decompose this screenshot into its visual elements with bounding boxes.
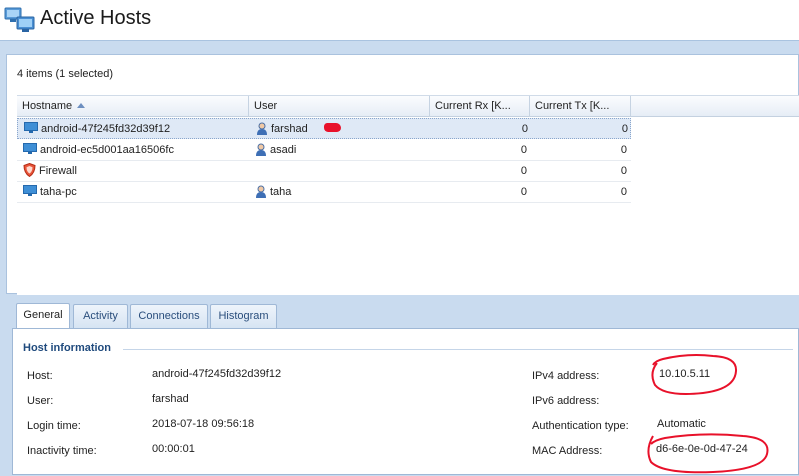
inactivity-time-value: 00:00:01 — [152, 443, 195, 455]
column-header-current-rx[interactable]: Current Rx [K... — [430, 96, 530, 117]
user-value: farshad — [152, 393, 189, 405]
hosts-grid: Hostname User Current Rx [K... Current T… — [17, 95, 799, 295]
user-icon — [257, 122, 267, 135]
mac-address-label: MAC Address: — [532, 445, 603, 457]
monitor-icon — [24, 122, 38, 134]
column-header-current-tx[interactable]: Current Tx [K... — [530, 96, 631, 117]
page-header: Active Hosts — [0, 0, 799, 41]
login-time-value: 2018-07-18 09:56:18 — [152, 418, 255, 430]
user-cell: asadi — [270, 144, 297, 156]
inactivity-time-label: Inactivity time: — [27, 445, 97, 457]
ipv6-address-label: IPv6 address: — [532, 395, 600, 407]
section-divider — [123, 349, 793, 350]
table-row[interactable]: android-47f245fd32d39f12 farshad 0 0 — [17, 118, 631, 139]
host-label: Host: — [27, 370, 53, 382]
hostname-cell: android-ec5d001aa16506fc — [40, 144, 174, 156]
firewall-shield-icon — [23, 163, 36, 178]
user-cell: farshad — [271, 123, 308, 135]
rx-cell: 0 — [520, 165, 527, 177]
tx-cell: 0 — [620, 186, 627, 198]
mac-address-value: d6-6e-0e-0d-47-24 — [656, 443, 748, 455]
sort-ascending-icon — [77, 102, 86, 108]
rx-cell: 0 — [521, 123, 528, 135]
user-icon — [256, 143, 266, 156]
tab-activity[interactable]: Activity — [73, 304, 128, 328]
hostname-cell: taha-pc — [40, 186, 77, 198]
user-icon — [256, 185, 266, 198]
grid-header: Hostname User Current Rx [K... Current T… — [17, 95, 799, 117]
red-highlight-mark — [324, 123, 341, 132]
column-header-user[interactable]: User — [249, 96, 430, 117]
rx-cell: 0 — [520, 144, 527, 156]
login-time-label: Login time: — [27, 420, 81, 432]
hostname-cell: android-47f245fd32d39f12 — [41, 123, 171, 135]
ipv4-address-label: IPv4 address: — [532, 370, 600, 382]
rx-cell: 0 — [520, 186, 527, 198]
monitor-network-icon — [4, 7, 35, 32]
host-list-panel: 4 items (1 selected) Hostname User Curre… — [6, 54, 799, 295]
section-title: Host information — [23, 342, 111, 354]
page-title: Active Hosts — [40, 7, 152, 29]
host-information-panel: Host information Host: android-47f245fd3… — [12, 328, 799, 475]
user-label: User: — [27, 395, 54, 407]
tx-cell: 0 — [621, 123, 628, 135]
authentication-type-value: Automatic — [657, 418, 706, 430]
authentication-type-label: Authentication type: — [532, 420, 629, 432]
tab-histogram[interactable]: Histogram — [210, 304, 277, 328]
monitor-icon — [23, 185, 37, 197]
monitor-icon — [23, 143, 37, 155]
user-cell: taha — [270, 186, 292, 198]
table-row[interactable]: taha-pc taha 0 0 — [17, 182, 631, 203]
table-row[interactable]: Firewall 0 0 — [17, 161, 631, 182]
items-count: 4 items (1 selected) — [17, 68, 113, 80]
column-header-hostname[interactable]: Hostname — [17, 96, 249, 117]
hostname-cell: Firewall — [39, 165, 77, 177]
tab-general[interactable]: General — [16, 303, 70, 329]
tab-connections[interactable]: Connections — [130, 304, 208, 328]
tx-cell: 0 — [620, 144, 627, 156]
table-row[interactable]: android-ec5d001aa16506fc asadi 0 0 — [17, 140, 631, 161]
ipv4-address-value: 10.10.5.11 — [659, 368, 711, 380]
user-cell — [255, 161, 430, 181]
detail-area: General Activity Connections Histogram H… — [6, 297, 799, 475]
host-value: android-47f245fd32d39f12 — [152, 368, 282, 380]
tx-cell: 0 — [620, 165, 627, 177]
